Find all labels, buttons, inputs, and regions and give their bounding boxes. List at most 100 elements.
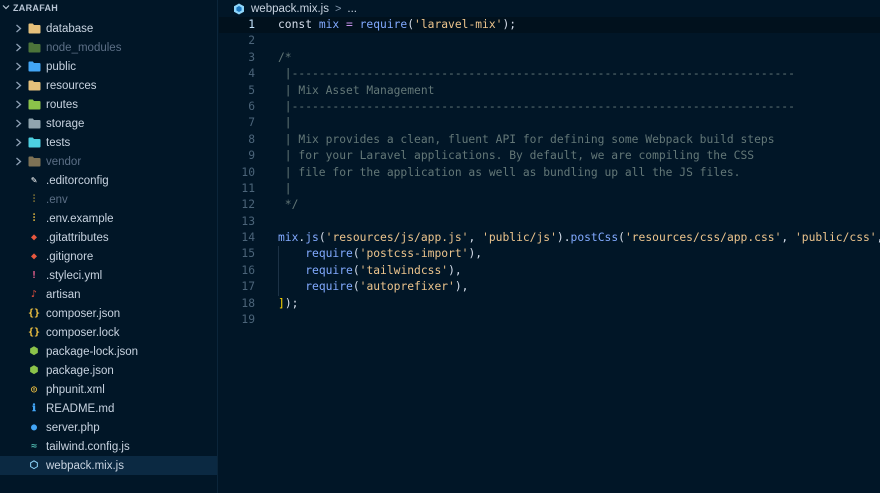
file-item-package-json[interactable]: ⬢ package.json: [0, 361, 217, 380]
chevron-down-icon[interactable]: [2, 0, 10, 17]
code-text: const mix = require('laravel-mix');: [278, 17, 516, 33]
code-token: js: [305, 231, 319, 245]
explorer-header[interactable]: ZARAFAH: [0, 0, 217, 17]
code-token: 'laravel-mix': [414, 18, 503, 31]
code-line[interactable]: 5 | Mix Asset Management: [219, 83, 880, 99]
chevron-right-icon[interactable]: [13, 62, 23, 71]
chevron-right-icon[interactable]: [13, 138, 23, 147]
folder-item-database[interactable]: database: [0, 19, 217, 38]
file-item-dot-env[interactable]: ⫶ .env: [0, 190, 217, 209]
code-line[interactable]: 2: [219, 33, 880, 49]
code-text: | for your Laravel applications. By defa…: [278, 148, 754, 164]
code-line[interactable]: 15 require('postcss-import'),: [219, 246, 880, 263]
editor-area[interactable]: webpack.mix.js > ... 1 const mix = requir…: [219, 0, 880, 493]
code-token: 'resources/css/app.css': [624, 231, 782, 245]
chevron-right-icon[interactable]: [13, 43, 23, 52]
folder-item-resources[interactable]: resources: [0, 76, 217, 95]
public-folder-icon: [27, 61, 41, 73]
folder-item-public[interactable]: public: [0, 57, 217, 76]
chevron-right-icon[interactable]: [13, 24, 23, 33]
code-token: 'autoprefixer': [359, 280, 455, 294]
code-line[interactable]: 3 /*: [219, 50, 880, 66]
lock-json-icon: {}: [27, 327, 41, 338]
file-item-dot-gitattributes[interactable]: ◆ .gitattributes: [0, 228, 217, 247]
file-item-artisan[interactable]: ♪ artisan: [0, 285, 217, 304]
indent-guide: [278, 246, 279, 263]
code-line[interactable]: 4 |-------------------------------------…: [219, 66, 880, 82]
code-token: |---------------------------------------…: [278, 99, 795, 113]
code-view[interactable]: 1 const mix = require('laravel-mix'); 2 3/*…: [219, 17, 880, 328]
code-line[interactable]: 18]);: [219, 296, 880, 312]
code-line[interactable]: 11 |: [219, 181, 880, 197]
file-item-composer-json[interactable]: {} composer.json: [0, 304, 217, 323]
code-token: require: [305, 263, 353, 277]
folder-item-tests[interactable]: tests: [0, 133, 217, 152]
webpack-icon: ⬡: [29, 460, 39, 471]
file-item-package-lock-json[interactable]: ⬢ package-lock.json: [0, 342, 217, 361]
phpunit-icon: ◎: [30, 384, 38, 395]
code-line[interactable]: 9 | for your Laravel applications. By de…: [219, 148, 880, 164]
file-item-tailwind-config-js[interactable]: ≈ tailwind.config.js: [0, 437, 217, 456]
code-token: ,: [781, 231, 795, 245]
file-item-readme-md[interactable]: ℹ README.md: [0, 399, 217, 418]
file-item-dot-env-example[interactable]: ⫶ .env.example: [0, 209, 217, 228]
code-line[interactable]: 6 |-------------------------------------…: [219, 99, 880, 115]
code-token: require: [359, 18, 408, 31]
file-item-server-php[interactable]: ● server.php: [0, 418, 217, 437]
code-line[interactable]: 12 */: [219, 197, 880, 213]
tree-item-label: composer.json: [46, 307, 121, 320]
code-line[interactable]: 10 | file for the application as well as…: [219, 165, 880, 181]
file-item-composer-lock[interactable]: {} composer.lock: [0, 323, 217, 342]
chevron-right-icon[interactable]: [13, 100, 23, 109]
code-line[interactable]: 8 | Mix provides a clean, fluent API for…: [219, 132, 880, 148]
code-token: (: [352, 247, 360, 261]
code-token: */: [278, 198, 299, 212]
file-item-webpack-mix-js[interactable]: ⬡ webpack.mix.js: [0, 456, 217, 475]
chevron-right-icon[interactable]: [13, 119, 23, 128]
code-token: |: [278, 181, 292, 195]
tree-item-label: package-lock.json: [46, 345, 139, 358]
tree-item-label: public: [46, 60, 77, 73]
storage-folder-icon: [27, 118, 41, 130]
code-line[interactable]: 16 require('tailwindcss'),: [219, 262, 880, 280]
code-token: 'resources/js/app.js': [325, 231, 469, 245]
code-line[interactable]: 19: [219, 312, 880, 328]
gitignore-icon: ◆: [30, 251, 38, 262]
code-line[interactable]: 1 const mix = require('laravel-mix');: [219, 17, 880, 34]
tree-item-label: webpack.mix.js: [46, 459, 124, 472]
file-item-dot-gitignore[interactable]: ◆ .gitignore: [0, 247, 217, 266]
line-number: 16: [241, 263, 255, 277]
code-token: | for your Laravel applications. By defa…: [278, 149, 755, 163]
nodejs-icon: ⬢: [29, 346, 39, 357]
breadcrumb-file[interactable]: webpack.mix.js: [251, 3, 329, 15]
line-number: 17: [241, 280, 255, 294]
folder-item-storage[interactable]: storage: [0, 114, 217, 133]
folder-item-vendor[interactable]: vendor: [0, 152, 217, 171]
chevron-right-icon[interactable]: [13, 81, 23, 90]
breadcrumb-symbol[interactable]: ...: [347, 3, 357, 15]
folder-item-node-modules[interactable]: node_modules: [0, 38, 217, 57]
code-line[interactable]: 14 mix.js('resources/js/app.js', 'public/…: [219, 230, 880, 246]
file-item-dot-editorconfig[interactable]: ✎ .editorconfig: [0, 171, 217, 190]
line-number: 12: [241, 198, 255, 212]
file-item-dot-styleci-yml[interactable]: ! .styleci.yml: [0, 266, 217, 285]
line-number: 14: [241, 231, 255, 245]
file-item-phpunit-xml[interactable]: ◎ phpunit.xml: [0, 380, 217, 399]
tree-item-label: phpunit.xml: [46, 383, 105, 396]
tailwind-icon: ≈: [30, 441, 38, 452]
code-line[interactable]: 17 require('autoprefixer'),: [219, 279, 880, 296]
code-text: |---------------------------------------…: [278, 99, 795, 115]
breadcrumb: webpack.mix.js > ...: [219, 0, 880, 17]
code-text: ]);: [278, 296, 298, 312]
chevron-right-icon[interactable]: [13, 157, 23, 166]
line-number: 4: [248, 67, 255, 81]
info-icon: ℹ: [32, 403, 36, 414]
line-number: 19: [241, 313, 255, 327]
code-line[interactable]: 13: [219, 214, 880, 230]
env-icon: ⫶: [32, 194, 36, 205]
tree-item-label: .gitignore: [46, 250, 94, 263]
folder-item-routes[interactable]: routes: [0, 95, 217, 114]
tree-item-label: package.json: [46, 364, 114, 377]
code-token: require: [305, 280, 353, 294]
code-line[interactable]: 7 |: [219, 115, 880, 131]
